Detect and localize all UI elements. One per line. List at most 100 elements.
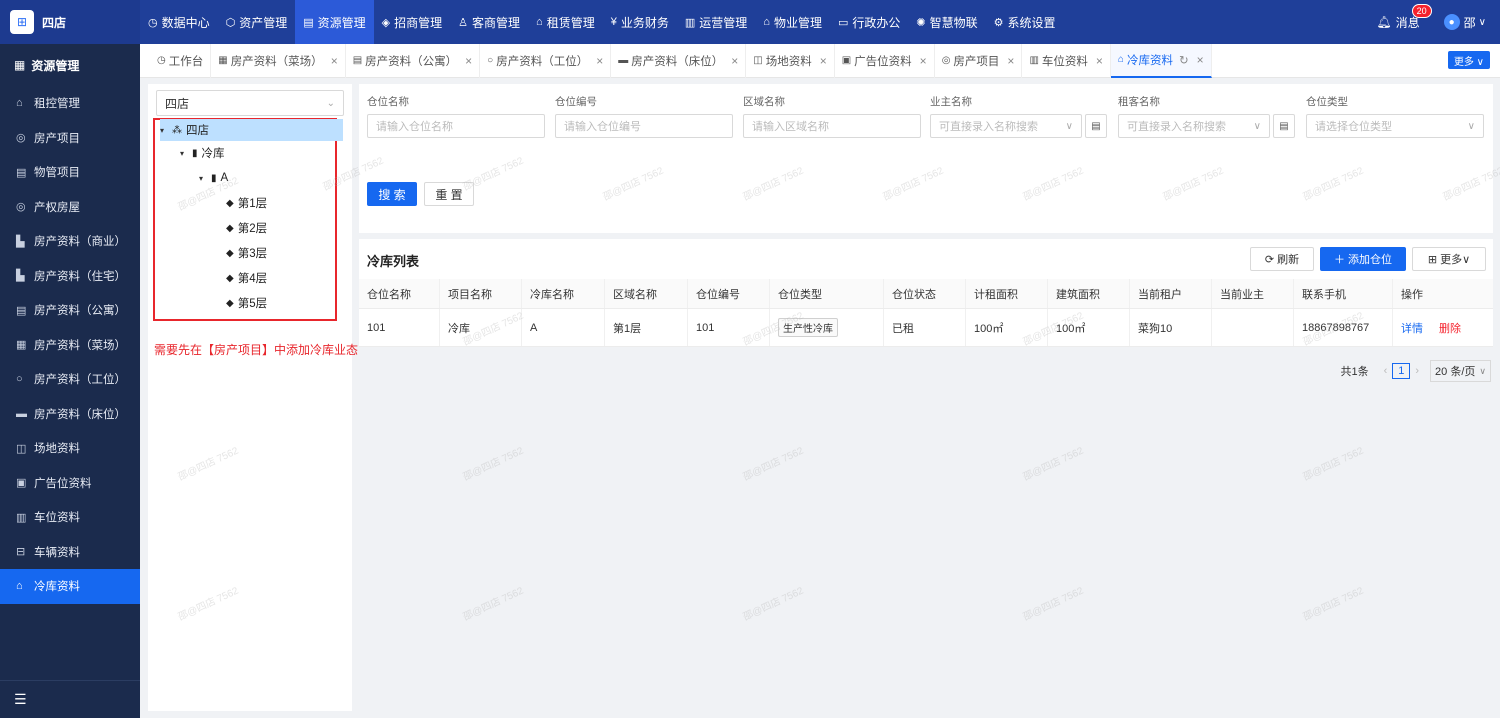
tenant-clipboard-button[interactable]: ▤ <box>1273 114 1295 138</box>
tab-property-project[interactable]: ◎ 房产项目 × <box>935 43 1023 78</box>
topnav-admin-office[interactable]: ▭ 行政办公 <box>830 0 908 44</box>
close-icon[interactable]: × <box>1007 54 1014 68</box>
sidebar-item-ad-space[interactable]: ▣ 广告位资料 <box>0 466 140 501</box>
close-icon[interactable]: × <box>1197 53 1204 67</box>
slot-name-input[interactable]: 请输入仓位名称 <box>367 114 545 138</box>
next-page-button[interactable]: › <box>1415 365 1419 377</box>
sidebar-item-vehicle[interactable]: ⊟ 车辆资料 <box>0 535 140 570</box>
sidebar-item-managed-project[interactable]: ▤ 物管项目 <box>0 155 140 190</box>
topnav-settings[interactable]: ⚙ 系统设置 <box>986 0 1064 44</box>
tab-ad-space[interactable]: ▣ 广告位资料 × <box>835 43 935 78</box>
topnav-finance[interactable]: ¥ 业务财务 <box>603 0 677 44</box>
sidebar-item-venue[interactable]: ◫ 场地资料 <box>0 431 140 466</box>
detail-link[interactable]: 详情 <box>1401 320 1423 336</box>
tree-node-floor-2[interactable]: ◆ 第2层 <box>226 217 267 239</box>
page-size-select[interactable]: 20 条/页 ∨ <box>1430 360 1491 382</box>
search-button[interactable]: 搜 索 <box>367 182 417 206</box>
sidebar-item-label: 车位资料 <box>34 512 80 525</box>
close-icon[interactable]: × <box>465 54 472 68</box>
tree-node-area-a[interactable]: ▾ ▮ A <box>199 167 228 189</box>
sidebar-item-workstation[interactable]: ○ 房产资料（工位） <box>0 362 140 397</box>
brand[interactable]: ⊞ 四店 <box>0 0 140 44</box>
table-row[interactable]: 101 冷库 A 第1层 101 生产性冷库 已租 100㎡ 100㎡ 菜狗10… <box>359 309 1493 347</box>
close-icon[interactable]: × <box>820 54 827 68</box>
topnav-label: 招商管理 <box>394 15 443 30</box>
tree-node-floor-4[interactable]: ◆ 第4层 <box>226 267 267 289</box>
prev-page-button[interactable]: ‹ <box>1384 365 1388 377</box>
billboard-icon: ▣ <box>16 477 27 490</box>
tree-node-floor-3[interactable]: ◆ 第3层 <box>226 242 267 264</box>
page-1-button[interactable]: 1 <box>1392 363 1411 379</box>
home-icon: ⌂ <box>16 580 23 593</box>
input-placeholder: 请选择仓位类型 <box>1315 121 1392 133</box>
tabs-more-button[interactable]: 更多 ∨ <box>1447 51 1490 69</box>
sidebar-item-bed[interactable]: ▬ 房产资料（床位） <box>0 397 140 432</box>
close-icon[interactable]: × <box>920 54 927 68</box>
filter-label: 仓位类型 <box>1306 96 1348 108</box>
home-icon: ⌂ <box>536 16 543 28</box>
add-slot-button[interactable]: ＋ 添加仓位 <box>1320 247 1406 271</box>
topnav-resource-mgmt[interactable]: ▤ 资源管理 <box>295 0 374 44</box>
collapse-sidebar-button[interactable]: ☰ <box>0 680 140 718</box>
tab-market[interactable]: ▦ 房产资料（菜场） × <box>211 43 346 78</box>
topnav-iot[interactable]: ✺ 智慧物联 <box>908 0 985 44</box>
close-icon[interactable]: × <box>331 54 338 68</box>
area-name-input[interactable]: 请输入区域名称 <box>743 114 921 138</box>
more-button[interactable]: ⊞ 更多∨ <box>1412 247 1486 271</box>
refresh-button[interactable]: ⟳ 刷新 <box>1250 247 1314 271</box>
tree-node-floor-5[interactable]: ◆ 第5层 <box>226 292 267 314</box>
topnav-label: 智慧物联 <box>929 15 978 30</box>
tab-venue[interactable]: ◫ 场地资料 × <box>746 43 835 78</box>
topnav-lease-mgmt[interactable]: ⌂ 租赁管理 <box>528 0 603 44</box>
messages-button[interactable]: 🔔︎ 消息 20 <box>1376 3 1432 31</box>
tree-node-label: 第4层 <box>237 273 268 285</box>
sidebar-item-rent-control[interactable]: ⌂ 租控管理 <box>0 86 140 121</box>
topnav-label: 租赁管理 <box>546 15 595 30</box>
user-menu[interactable]: ● 邵 ∨ <box>1443 14 1486 31</box>
list-title: 冷库列表 <box>367 254 420 269</box>
topnav-data-center[interactable]: ◷ 数据中心 <box>140 0 218 44</box>
sidebar-item-commercial[interactable]: ▙ 房产资料（商业） <box>0 224 140 259</box>
tab-bed[interactable]: ▬ 房产资料（床位） × <box>611 43 747 78</box>
store-select[interactable]: 四店 ⌄ <box>156 90 344 116</box>
refresh-icon[interactable]: ↻ <box>1179 53 1189 67</box>
building-icon: ▤ <box>303 16 314 29</box>
topnav-leasing-promo[interactable]: ◈ 招商管理 <box>374 0 450 44</box>
sidebar-item-residential[interactable]: ▙ 房产资料（住宅） <box>0 259 140 294</box>
close-icon[interactable]: × <box>596 54 603 68</box>
reset-button[interactable]: 重 置 <box>424 182 474 206</box>
chevron-down-icon: ⌄ <box>326 97 335 109</box>
sidebar-item-parking[interactable]: ▥ 车位资料 <box>0 500 140 535</box>
tab-workstation[interactable]: ○ 房产资料（工位） × <box>480 43 612 78</box>
sidebar-item-cold-storage[interactable]: ⌂ 冷库资料 <box>0 569 140 604</box>
sidebar-item-apartment[interactable]: ▤ 房产资料（公寓） <box>0 293 140 328</box>
topnav-property-mgmt[interactable]: ⌂ 物业管理 <box>755 0 830 44</box>
sidebar-item-market[interactable]: ▦ 房产资料（菜场） <box>0 328 140 363</box>
sidebar-item-titled-housing[interactable]: ◎ 产权房屋 <box>0 190 140 225</box>
bed-icon: ▬ <box>618 55 629 66</box>
sidebar: ▦ 资源管理 ⌂ 租控管理 ◎ 房产项目 ▤ 物管项目 ◎ 产权房屋 ▙ 房产资料（商业）… <box>0 44 140 718</box>
sidebar-item-property-project[interactable]: ◎ 房产项目 <box>0 121 140 156</box>
column-header: 仓位类型 <box>770 279 884 308</box>
slot-number-input[interactable]: 请输入仓位编号 <box>555 114 733 138</box>
delete-link[interactable]: 删除 <box>1439 320 1461 336</box>
tree-node-floor-1[interactable]: ◆ 第1层 <box>226 192 267 214</box>
tab-apartment[interactable]: ▤ 房产资料（公寓） × <box>346 43 481 78</box>
slot-type-select[interactable]: 请选择仓位类型 ∨ <box>1306 114 1484 138</box>
topnav-label: 资产管理 <box>239 15 288 30</box>
tree-node-store[interactable]: ▾ ⁂ 四店 <box>160 119 343 141</box>
tab-cold-storage[interactable]: ⌂ 冷库资料 ↻ × <box>1110 43 1212 78</box>
close-icon[interactable]: × <box>731 54 738 68</box>
topnav-client-mgmt[interactable]: ♙ 客商管理 <box>450 0 528 44</box>
topnav-asset-mgmt[interactable]: ⬡ 资产管理 <box>218 0 296 44</box>
close-icon[interactable]: × <box>1096 54 1103 68</box>
tenant-name-select[interactable]: 可直接录入名称搜索 ∨ <box>1118 114 1270 138</box>
bed-icon: ▬ <box>16 407 27 420</box>
tab-workbench[interactable]: ◷ 工作台 <box>150 43 212 78</box>
tree-node-cold-storage[interactable]: ▾ ▮ 冷库 <box>180 142 225 164</box>
menu-collapse-icon: ☰ <box>14 691 27 707</box>
owner-name-select[interactable]: 可直接录入名称搜索 ∨ <box>930 114 1082 138</box>
topnav-operations[interactable]: ▥ 运营管理 <box>677 0 755 44</box>
owner-clipboard-button[interactable]: ▤ <box>1085 114 1107 138</box>
tab-parking[interactable]: ▥ 车位资料 × <box>1022 43 1111 78</box>
